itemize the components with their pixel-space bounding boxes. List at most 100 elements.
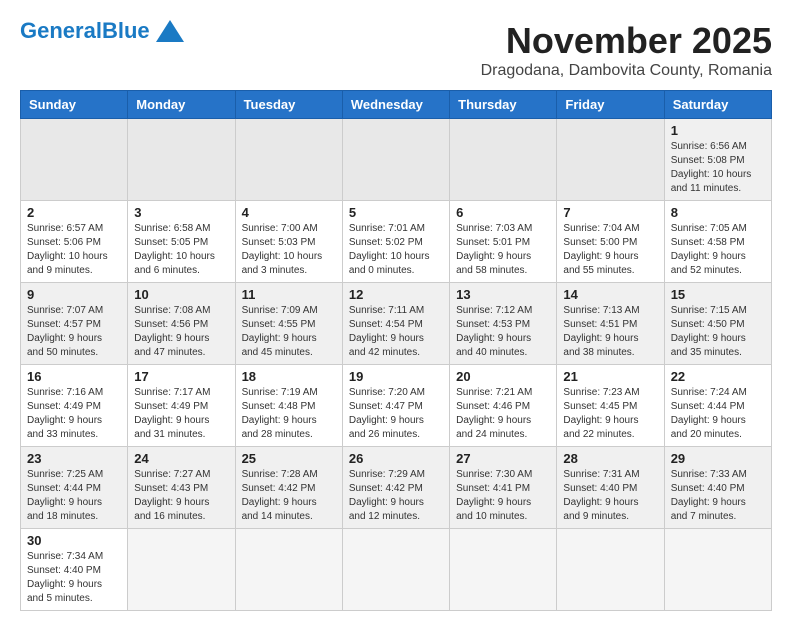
calendar-cell: 10Sunrise: 7:08 AM Sunset: 4:56 PM Dayli…: [128, 283, 235, 365]
calendar-cell: 14 Sunrise: 7:13 AM Sunset: 4:51 PM Dayli…: [557, 283, 664, 365]
calendar-cell: [450, 119, 557, 201]
day-number: 24: [134, 451, 228, 466]
day-number: 26: [349, 451, 443, 466]
calendar-week-row: 16 Sunrise: 7:16 AM Sunset: 4:49 PM Dayli…: [21, 365, 772, 447]
logo-general: General: [20, 18, 102, 43]
day-number: 6: [456, 205, 550, 220]
calendar-cell: 22 Sunrise: 7:24 AM Sunset: 4:44 PM Dayli…: [664, 365, 771, 447]
calendar-cell: [342, 119, 449, 201]
calendar-cell: 17 Sunrise: 7:17 AM Sunset: 4:49 PM Dayli…: [128, 365, 235, 447]
calendar-cell: [450, 529, 557, 611]
calendar-cell: 30Sunrise: 7:34 AM Sunset: 4:40 PM Dayli…: [21, 529, 128, 611]
calendar-cell: 5 Sunrise: 7:01 AM Sunset: 5:02 PM Daylig…: [342, 201, 449, 283]
calendar-cell: 9Sunrise: 7:07 AM Sunset: 4:57 PM Daylig…: [21, 283, 128, 365]
day-number: 20: [456, 369, 550, 384]
day-info: Sunrise: 7:27 AM Sunset: 4:43 PM Dayligh…: [134, 468, 228, 524]
day-number: 29: [671, 451, 765, 466]
location-subtitle: Dragodana, Dambovita County, Romania: [481, 62, 772, 80]
day-info: Sunrise: 7:24 AM Sunset: 4:44 PM Dayligh…: [671, 386, 765, 442]
calendar-cell: 21 Sunrise: 7:23 AM Sunset: 4:45 PM Dayli…: [557, 365, 664, 447]
day-number: 19: [349, 369, 443, 384]
day-number: 3: [134, 205, 228, 220]
calendar-cell: 11Sunrise: 7:09 AM Sunset: 4:55 PM Dayli…: [235, 283, 342, 365]
day-info: Sunrise: 7:28 AM Sunset: 4:42 PM Dayligh…: [242, 468, 336, 524]
day-number: 17: [134, 369, 228, 384]
day-info: Sunrise: 7:16 AM Sunset: 4:49 PM Dayligh…: [27, 386, 121, 442]
day-info: Sunrise: 7:11 AM Sunset: 4:54 PM Dayligh…: [349, 304, 443, 360]
logo-bar: GeneralBlue: [20, 20, 184, 42]
day-info: Sunrise: 7:05 AM Sunset: 4:58 PM Dayligh…: [671, 222, 765, 278]
calendar-cell: 16 Sunrise: 7:16 AM Sunset: 4:49 PM Dayli…: [21, 365, 128, 447]
day-number: 16: [27, 369, 121, 384]
calendar-cell: [342, 529, 449, 611]
calendar-cell: [128, 119, 235, 201]
day-number: 14: [563, 287, 657, 302]
logo-triangle-icon: [156, 20, 184, 42]
day-number: 22: [671, 369, 765, 384]
day-number: 23: [27, 451, 121, 466]
day-number: 5: [349, 205, 443, 220]
day-info: Sunrise: 6:58 AM Sunset: 5:05 PM Dayligh…: [134, 222, 228, 278]
calendar-cell: 25 Sunrise: 7:28 AM Sunset: 4:42 PM Dayli…: [235, 447, 342, 529]
calendar-cell: 4 Sunrise: 7:00 AM Sunset: 5:03 PM Daylig…: [235, 201, 342, 283]
day-info: Sunrise: 7:01 AM Sunset: 5:02 PM Dayligh…: [349, 222, 443, 278]
day-number: 4: [242, 205, 336, 220]
calendar-cell: 3 Sunrise: 6:58 AM Sunset: 5:05 PM Daylig…: [128, 201, 235, 283]
logo-blue: Blue: [102, 18, 150, 43]
calendar-cell: [128, 529, 235, 611]
day-info: Sunrise: 7:25 AM Sunset: 4:44 PM Dayligh…: [27, 468, 121, 524]
day-info: Sunrise: 7:15 AM Sunset: 4:50 PM Dayligh…: [671, 304, 765, 360]
calendar-cell: 12Sunrise: 7:11 AM Sunset: 4:54 PM Dayli…: [342, 283, 449, 365]
day-info: Sunrise: 7:13 AM Sunset: 4:51 PM Dayligh…: [563, 304, 657, 360]
day-info: Sunrise: 7:20 AM Sunset: 4:47 PM Dayligh…: [349, 386, 443, 442]
day-info: Sunrise: 7:00 AM Sunset: 5:03 PM Dayligh…: [242, 222, 336, 278]
calendar-cell: 7 Sunrise: 7:04 AM Sunset: 5:00 PM Daylig…: [557, 201, 664, 283]
day-number: 28: [563, 451, 657, 466]
weekday-header-friday: Friday: [557, 91, 664, 119]
weekday-header-monday: Monday: [128, 91, 235, 119]
day-number: 25: [242, 451, 336, 466]
day-number: 11: [242, 287, 336, 302]
day-info: Sunrise: 7:19 AM Sunset: 4:48 PM Dayligh…: [242, 386, 336, 442]
day-number: 2: [27, 205, 121, 220]
calendar-cell: [235, 529, 342, 611]
day-info: Sunrise: 7:12 AM Sunset: 4:53 PM Dayligh…: [456, 304, 550, 360]
calendar-cell: [557, 119, 664, 201]
day-number: 27: [456, 451, 550, 466]
day-info: Sunrise: 7:30 AM Sunset: 4:41 PM Dayligh…: [456, 468, 550, 524]
calendar-header-row: SundayMondayTuesdayWednesdayThursdayFrid…: [21, 91, 772, 119]
calendar-cell: 23 Sunrise: 7:25 AM Sunset: 4:44 PM Dayli…: [21, 447, 128, 529]
day-info: Sunrise: 7:31 AM Sunset: 4:40 PM Dayligh…: [563, 468, 657, 524]
calendar-cell: [664, 529, 771, 611]
day-number: 9: [27, 287, 121, 302]
weekday-header-saturday: Saturday: [664, 91, 771, 119]
page-header: GeneralBlue November 2025 Dragodana, Dam…: [20, 20, 772, 80]
day-info: Sunrise: 6:56 AM Sunset: 5:08 PM Dayligh…: [671, 140, 765, 196]
weekday-header-sunday: Sunday: [21, 91, 128, 119]
calendar-cell: 13Sunrise: 7:12 AM Sunset: 4:53 PM Dayli…: [450, 283, 557, 365]
weekday-header-thursday: Thursday: [450, 91, 557, 119]
day-info: Sunrise: 6:57 AM Sunset: 5:06 PM Dayligh…: [27, 222, 121, 278]
logo: GeneralBlue: [20, 20, 184, 42]
calendar-cell: 6Sunrise: 7:03 AM Sunset: 5:01 PM Daylig…: [450, 201, 557, 283]
calendar-cell: 26 Sunrise: 7:29 AM Sunset: 4:42 PM Dayli…: [342, 447, 449, 529]
calendar-cell: 15 Sunrise: 7:15 AM Sunset: 4:50 PM Dayli…: [664, 283, 771, 365]
calendar-cell: 19 Sunrise: 7:20 AM Sunset: 4:47 PM Dayli…: [342, 365, 449, 447]
calendar-table: SundayMondayTuesdayWednesdayThursdayFrid…: [20, 90, 772, 611]
calendar-cell: 24 Sunrise: 7:27 AM Sunset: 4:43 PM Dayli…: [128, 447, 235, 529]
calendar-week-row: 30Sunrise: 7:34 AM Sunset: 4:40 PM Dayli…: [21, 529, 772, 611]
day-number: 21: [563, 369, 657, 384]
day-info: Sunrise: 7:04 AM Sunset: 5:00 PM Dayligh…: [563, 222, 657, 278]
day-info: Sunrise: 7:29 AM Sunset: 4:42 PM Dayligh…: [349, 468, 443, 524]
month-title: November 2025: [481, 20, 772, 62]
day-number: 30: [27, 533, 121, 548]
calendar-week-row: 2 Sunrise: 6:57 AM Sunset: 5:06 PM Daylig…: [21, 201, 772, 283]
weekday-header-tuesday: Tuesday: [235, 91, 342, 119]
title-area: November 2025 Dragodana, Dambovita Count…: [481, 20, 772, 80]
day-info: Sunrise: 7:23 AM Sunset: 4:45 PM Dayligh…: [563, 386, 657, 442]
calendar-cell: 2 Sunrise: 6:57 AM Sunset: 5:06 PM Daylig…: [21, 201, 128, 283]
day-info: Sunrise: 7:17 AM Sunset: 4:49 PM Dayligh…: [134, 386, 228, 442]
day-number: 7: [563, 205, 657, 220]
day-info: Sunrise: 7:21 AM Sunset: 4:46 PM Dayligh…: [456, 386, 550, 442]
day-number: 15: [671, 287, 765, 302]
